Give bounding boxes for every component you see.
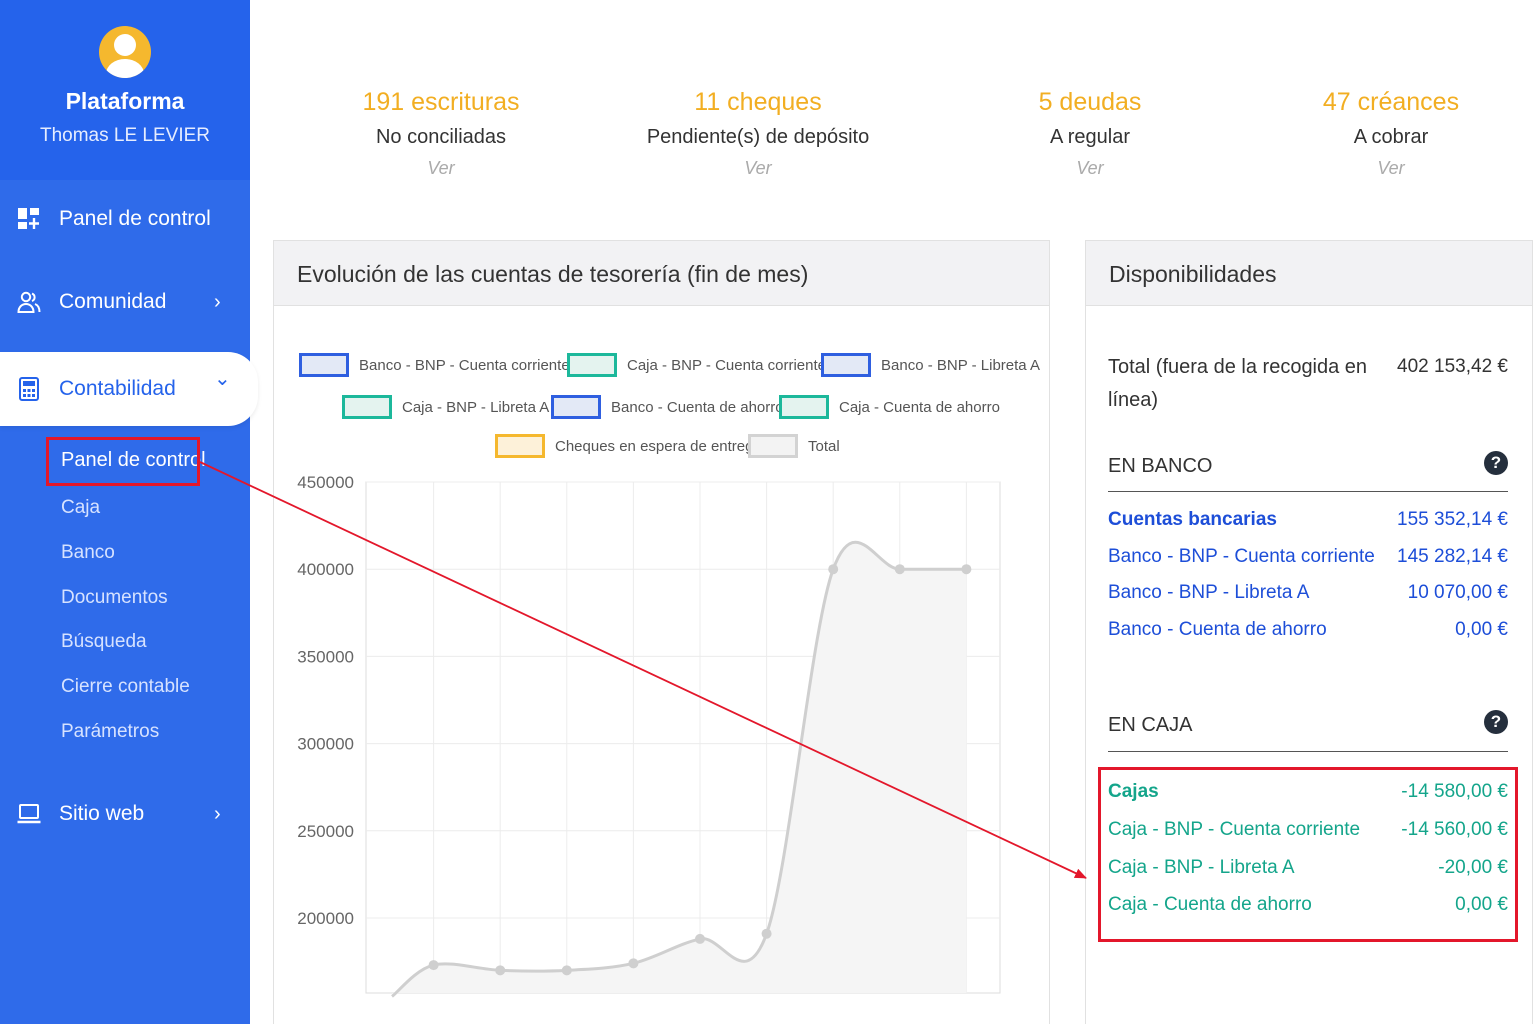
chart-panel: Evolución de las cuentas de tesorería (f… (273, 240, 1050, 1024)
nav-label-contabilidad: Contabilidad (59, 377, 176, 400)
en-caja-heading: EN CAJA ? (1108, 710, 1508, 737)
row-label: Banco - Cuenta de ahorro (1108, 619, 1327, 640)
stat-cheques: 11 cheques Pendiente(s) de depósito Ver (608, 88, 908, 179)
subnav-documentos[interactable]: Documentos (61, 587, 168, 609)
row-label: Cuentas bancarias (1108, 509, 1277, 530)
subnav-banco[interactable]: Banco (61, 542, 115, 564)
y-tick-label: 250000 (297, 822, 354, 841)
platform-name: Plataforma (65, 88, 185, 114)
y-tick-label: 450000 (297, 473, 354, 492)
en-caja-label: EN CAJA (1108, 714, 1193, 736)
highlight-box-cajas (1098, 767, 1518, 942)
dispo-title: Disponibilidades (1086, 241, 1532, 306)
data-point (628, 958, 639, 969)
bank-account-row[interactable]: Banco - BNP - Cuenta corriente 145 282,1… (1108, 546, 1508, 570)
bank-account-row[interactable]: Banco - Cuenta de ahorro 0,00 € (1108, 619, 1508, 643)
stat-creances: 47 créances A cobrar Ver (1241, 88, 1536, 179)
stat-link[interactable]: Ver (608, 158, 908, 179)
data-point (761, 928, 772, 939)
total-label: Total (fuera de la recogida en línea) (1108, 351, 1368, 417)
y-tick-label: 200000 (297, 909, 354, 928)
calculator-icon (19, 377, 39, 401)
row-value: 155 352,14 € (1397, 509, 1508, 530)
chevron-right-icon: › (214, 290, 221, 313)
en-banco-label: EN BANCO (1108, 455, 1213, 477)
stat-desc: No conciliadas (375, 126, 507, 148)
stat-link[interactable]: Ver (291, 158, 591, 179)
en-banco-heading: EN BANCO ? (1108, 451, 1508, 478)
user-avatar-icon[interactable] (99, 26, 151, 78)
nav-item-panel[interactable]: Panel de control (0, 189, 250, 249)
subnav-busqueda[interactable]: Búsqueda (61, 631, 147, 653)
row-label: Banco - BNP - Cuenta corriente (1108, 546, 1375, 567)
stat-deudas: 5 deudas A regular Ver (940, 88, 1240, 179)
stat-value: 191 escrituras (362, 88, 520, 116)
treasury-line-chart: 450000 400000 350000 300000 250000 200000 (297, 473, 1001, 998)
nav-item-comunidad[interactable]: Comunidad › (0, 272, 250, 332)
row-value: 145 282,14 € (1397, 546, 1508, 567)
stat-escrituras: 191 escrituras No conciliadas Ver (291, 88, 591, 179)
total-label-line: Total (fuera de la recogida en (1108, 356, 1368, 378)
series-area-total (392, 542, 967, 997)
subnav-parametros[interactable]: Parámetros (61, 721, 159, 743)
chevron-right-icon: › (214, 802, 221, 825)
stat-link[interactable]: Ver (940, 158, 1240, 179)
nav-label-panel: Panel de control (59, 207, 211, 230)
stat-desc: Pendiente(s) de depósito (646, 126, 870, 148)
divider (1108, 491, 1508, 492)
users-icon (17, 291, 41, 313)
user-name: Thomas LE LEVIER (39, 125, 211, 146)
stat-desc: A regular (1049, 126, 1131, 148)
y-tick-label: 400000 (297, 560, 354, 579)
dashboard-icon (18, 208, 39, 229)
data-point (961, 564, 972, 575)
help-icon[interactable]: ? (1484, 710, 1508, 734)
nav-item-sitio-web[interactable]: Sitio web › (0, 784, 250, 844)
laptop-icon (17, 804, 41, 824)
sidebar: Plataforma Thomas LE LEVIER Panel de con… (0, 0, 258, 1024)
stat-link[interactable]: Ver (1241, 158, 1536, 179)
y-tick-label: 300000 (297, 735, 354, 754)
data-point (495, 965, 506, 976)
row-value: 0,00 € (1455, 619, 1508, 640)
highlight-box-panel (46, 437, 200, 486)
data-point (428, 960, 439, 971)
nav-label-sitio: Sitio web (59, 802, 145, 825)
chevron-down-icon: ⌄ (214, 368, 231, 390)
total-label-line: línea) (1108, 389, 1159, 411)
help-icon[interactable]: ? (1484, 451, 1508, 475)
divider (1108, 751, 1508, 752)
stat-value: 5 deudas (1038, 88, 1142, 116)
stat-value: 47 créances (1322, 88, 1460, 116)
data-point (828, 564, 839, 575)
data-point (695, 933, 705, 944)
nav-item-contabilidad[interactable]: Contabilidad ⌄ (0, 352, 258, 426)
row-value: 10 070,00 € (1407, 582, 1508, 603)
bank-account-row[interactable]: Banco - BNP - Libreta A 10 070,00 € (1108, 582, 1508, 606)
y-tick-label: 350000 (297, 647, 354, 666)
profile-card: Plataforma Thomas LE LEVIER (0, 0, 250, 180)
total-value: 402 153,42 € (1397, 356, 1508, 377)
subnav-cierre[interactable]: Cierre contable (61, 676, 190, 698)
data-point (561, 965, 572, 976)
row-label: Banco - BNP - Libreta A (1108, 582, 1310, 603)
subnav-caja[interactable]: Caja (61, 497, 100, 519)
stat-desc: A cobrar (1353, 126, 1429, 148)
stat-value: 11 cheques (694, 88, 822, 116)
bank-total-row[interactable]: Cuentas bancarias 155 352,14 € (1108, 509, 1508, 533)
nav-label-comunidad: Comunidad (59, 290, 167, 313)
data-point (894, 564, 905, 575)
